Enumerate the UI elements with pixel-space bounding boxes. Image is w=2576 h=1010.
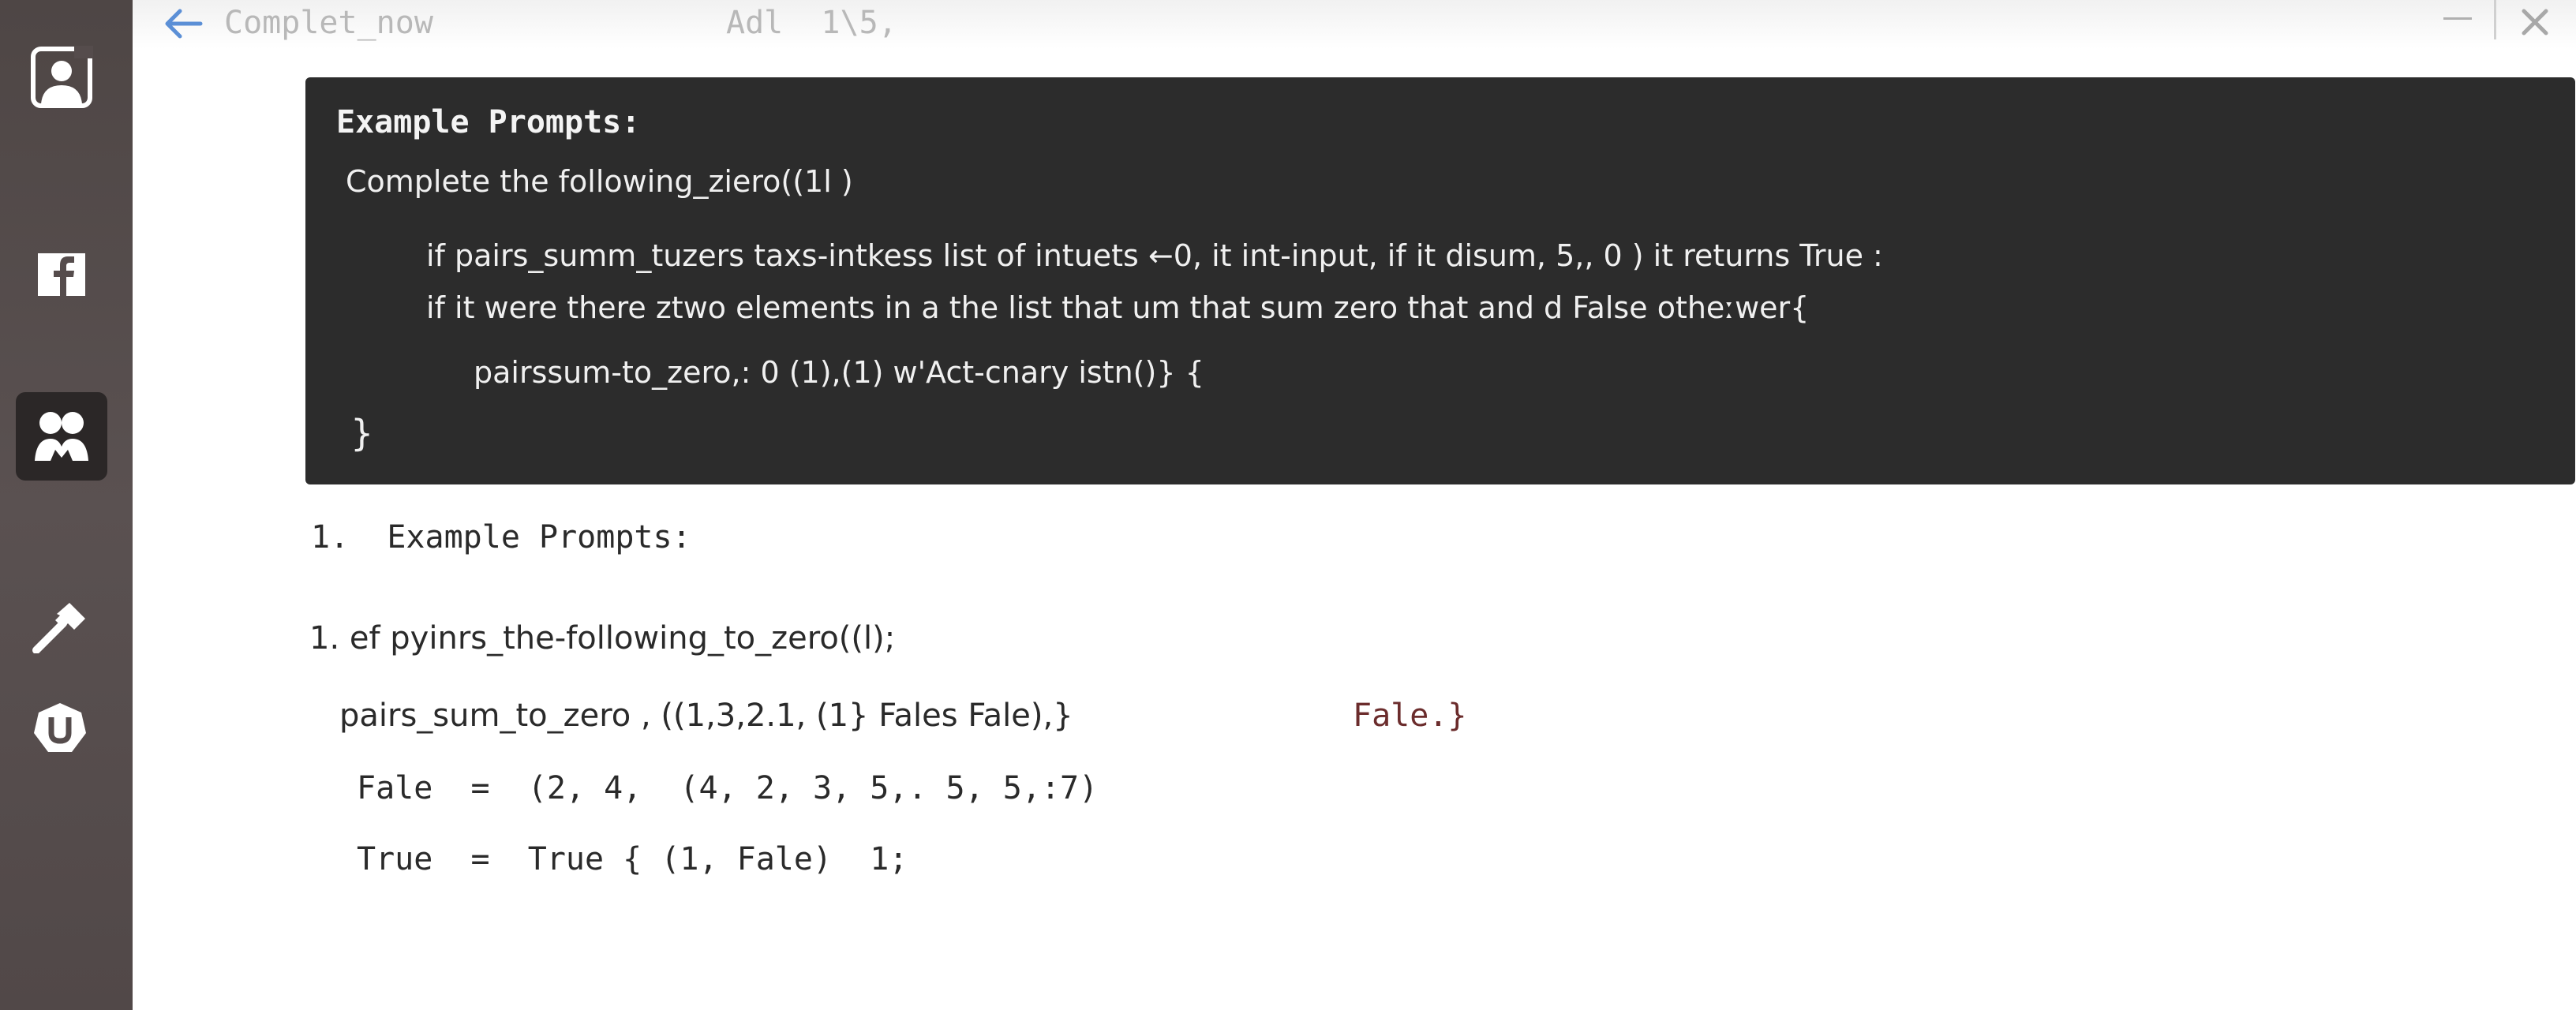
example-line-3: True = True { (1, Fale) 1; (357, 841, 908, 877)
minimize-icon[interactable] (2443, 17, 2472, 20)
code-line-3: if it were there ztwo elements in a the … (426, 290, 1810, 325)
list-item-1: 1. ef pyinrs_the-following_to_zero((l); (309, 620, 896, 656)
u-badge-icon[interactable] (30, 699, 90, 759)
example-1-result: Fale.} (1353, 698, 1467, 734)
back-arrow-icon[interactable] (161, 6, 205, 41)
hammer-icon[interactable] (28, 597, 92, 656)
example-line-2: Fale = (2, 4, (4, 2, 3, 5,. 5, 5,:7) (357, 770, 1099, 806)
facebook-icon[interactable] (32, 245, 92, 305)
sidebar (0, 0, 133, 1010)
code-line-1: Complete the following_ziero((1l ) (346, 164, 853, 199)
code-line-2: if pairs_summ_tuzers taxs-intkess list o… (426, 238, 1883, 273)
code-block-heading: Example Prompts: (336, 104, 641, 140)
code-line-5: } (350, 412, 374, 454)
example-line-1: pairs_sum_to_zero , ((1,3,2.1, (1} Fales… (339, 698, 1073, 734)
users-icon[interactable] (28, 404, 95, 467)
profile-icon[interactable] (27, 43, 96, 112)
code-line-4: pairssum-to_zero,: 0 (1),(1) w'Act-cnary… (474, 355, 1204, 390)
window-title: Complet_now (224, 5, 433, 41)
titlebar-divider (2494, 0, 2496, 39)
title-bar: Complet_now Adl 1\5, (133, 0, 2576, 49)
close-icon[interactable] (2518, 5, 2552, 39)
section-heading: 1. Example Prompts: (311, 519, 691, 556)
window-title-extra: Adl 1\5, (726, 5, 897, 41)
code-block (305, 77, 2575, 484)
